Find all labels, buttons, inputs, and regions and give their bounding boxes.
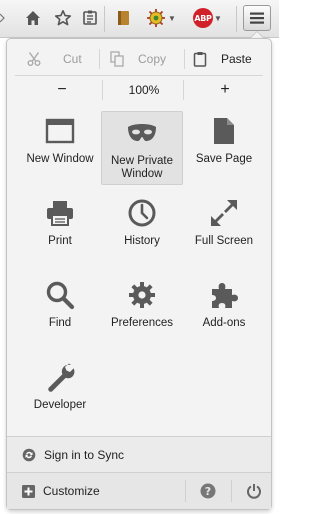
main-menu-panel: Cut Copy Paste − 100% + New Window New P… bbox=[6, 38, 272, 510]
home-icon[interactable] bbox=[22, 7, 44, 29]
abp-label: ABP bbox=[193, 8, 213, 28]
zoom-separator bbox=[183, 80, 184, 100]
copy-icon bbox=[110, 51, 124, 67]
extension-dropdown-icon[interactable]: ▼ bbox=[167, 7, 177, 29]
page-icon bbox=[183, 115, 265, 147]
customize-label: Customize bbox=[43, 484, 100, 498]
printer-icon bbox=[19, 197, 101, 229]
sync-label: Sign in to Sync bbox=[44, 447, 125, 462]
toolbar-separator bbox=[104, 6, 105, 32]
history-button[interactable]: History bbox=[101, 191, 183, 265]
clock-icon bbox=[101, 197, 183, 229]
quit-button[interactable] bbox=[239, 473, 269, 509]
plus-icon bbox=[22, 484, 35, 498]
full-screen-label: Full Screen bbox=[194, 235, 254, 247]
copy-button[interactable]: Copy bbox=[110, 45, 180, 73]
help-icon: ? bbox=[200, 483, 216, 499]
zoom-controls: − 100% + bbox=[7, 76, 271, 104]
toolbar-left-edge bbox=[0, 8, 6, 28]
developer-label: Developer bbox=[33, 399, 87, 411]
power-icon bbox=[247, 484, 261, 499]
mask-icon bbox=[101, 117, 183, 149]
notebook-icon[interactable] bbox=[112, 7, 134, 29]
zoom-reset-button[interactable]: 100% bbox=[103, 76, 185, 104]
new-private-window-label: New Private Window bbox=[111, 155, 173, 180]
zoom-in-button[interactable]: + bbox=[200, 76, 250, 104]
bookmark-star-icon[interactable] bbox=[52, 7, 74, 29]
developer-button[interactable]: Developer bbox=[19, 355, 101, 429]
gear-icon bbox=[101, 279, 183, 311]
hamburger-icon bbox=[250, 12, 264, 24]
paste-button[interactable]: Paste bbox=[193, 45, 265, 73]
abp-dropdown-icon[interactable]: ▼ bbox=[213, 7, 223, 29]
extension-icon[interactable] bbox=[145, 7, 167, 29]
save-page-label: Save Page bbox=[195, 153, 253, 165]
reading-list-icon[interactable] bbox=[79, 7, 101, 29]
zoom-out-button[interactable]: − bbox=[37, 76, 87, 104]
preferences-button[interactable]: Preferences bbox=[101, 273, 183, 347]
abp-icon[interactable]: ABP bbox=[192, 7, 214, 29]
print-label: Print bbox=[48, 235, 72, 247]
add-ons-label: Add-ons bbox=[202, 317, 246, 329]
find-button[interactable]: Find bbox=[19, 273, 101, 347]
customize-button[interactable]: Customize bbox=[7, 473, 185, 509]
save-page-button[interactable]: Save Page bbox=[183, 109, 265, 183]
new-private-window-button[interactable]: New Private Window bbox=[101, 111, 183, 185]
add-ons-button[interactable]: Add-ons bbox=[183, 273, 265, 347]
help-button[interactable]: ? bbox=[193, 473, 223, 509]
svg-text:?: ? bbox=[205, 485, 211, 498]
full-screen-button[interactable]: Full Screen bbox=[183, 191, 265, 265]
new-window-label: New Window bbox=[26, 153, 94, 165]
paste-label: Paste bbox=[221, 52, 252, 66]
scissors-icon bbox=[27, 52, 41, 66]
print-button[interactable]: Print bbox=[19, 191, 101, 265]
cut-label: Cut bbox=[63, 52, 82, 66]
cut-button[interactable]: Cut bbox=[27, 45, 97, 73]
sync-icon bbox=[22, 448, 36, 462]
preferences-label: Preferences bbox=[110, 317, 173, 329]
find-label: Find bbox=[48, 317, 72, 329]
edit-separator bbox=[99, 49, 100, 69]
menu-button[interactable] bbox=[243, 5, 271, 31]
sign-in-to-sync-button[interactable]: Sign in to Sync bbox=[7, 436, 271, 472]
footer-separator bbox=[185, 480, 186, 502]
edit-controls: Cut Copy Paste bbox=[7, 45, 271, 73]
magnifier-icon bbox=[19, 279, 101, 311]
toolbar-separator bbox=[236, 6, 237, 32]
window-icon bbox=[19, 115, 101, 147]
clipboard-icon bbox=[193, 52, 207, 67]
customize-bar: Customize ? bbox=[7, 472, 271, 509]
wrench-icon bbox=[19, 361, 101, 393]
puzzle-icon bbox=[183, 279, 265, 311]
copy-label: Copy bbox=[138, 52, 167, 66]
new-window-button[interactable]: New Window bbox=[19, 109, 101, 183]
history-label: History bbox=[124, 235, 160, 247]
fullscreen-arrows-icon bbox=[183, 197, 265, 229]
edit-separator bbox=[184, 49, 185, 69]
footer-separator bbox=[231, 480, 232, 502]
browser-toolbar: ▼ ABP ▼ bbox=[0, 0, 279, 38]
